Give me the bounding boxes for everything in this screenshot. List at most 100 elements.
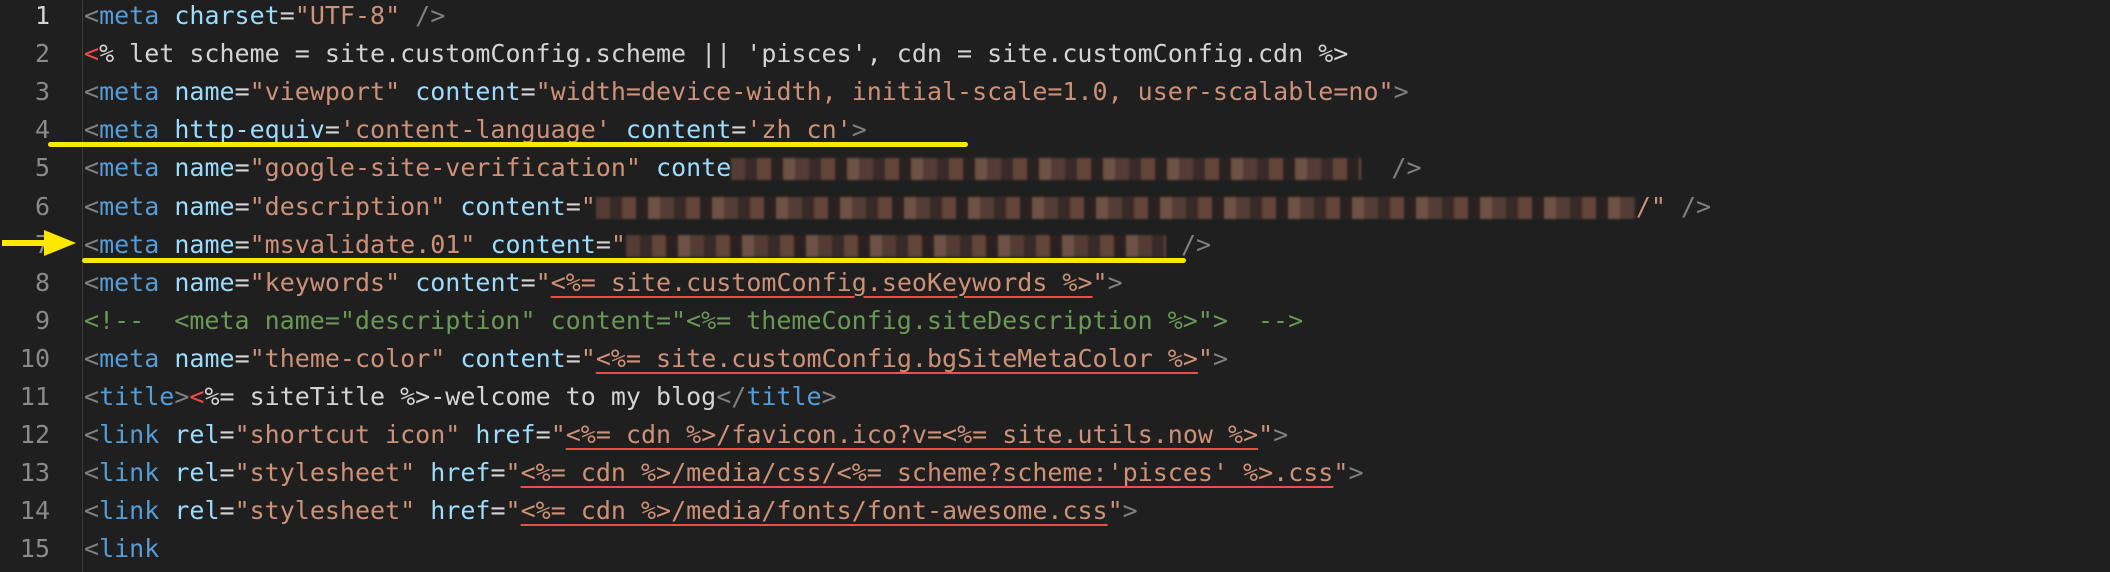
line-number: 5 bbox=[34, 153, 50, 183]
code-token: href bbox=[430, 496, 491, 526]
code-token: <%= site.customConfig.bgSiteMetaColor %> bbox=[595, 343, 1198, 373]
arrow-right-icon bbox=[2, 230, 76, 256]
code-token: content bbox=[415, 77, 521, 107]
code-token: = bbox=[219, 458, 235, 488]
code-line[interactable]: 1 <meta charset="UTF-8" /> bbox=[0, 0, 2110, 35]
code-line[interactable]: 6 <meta name="description" content="/" /> bbox=[0, 188, 2110, 226]
code-token: <!-- <meta name="description" content="<… bbox=[84, 305, 1304, 335]
code-token: "width=device-width, initial-scale=1.0, … bbox=[535, 77, 1394, 107]
code-text[interactable]: <link rel="stylesheet" href="<%= cdn %>/… bbox=[84, 492, 1138, 530]
code-text[interactable]: <link rel="stylesheet" href="<%= cdn %>/… bbox=[84, 454, 1364, 492]
code-token: link bbox=[99, 496, 160, 526]
line-number: 4 bbox=[34, 115, 50, 145]
code-token: title bbox=[99, 382, 175, 411]
code-line[interactable]: 14 <link rel="stylesheet" href="<%= cdn %… bbox=[0, 492, 2110, 530]
code-text[interactable]: <link rel="shortcut icon" href="<%= cdn … bbox=[84, 416, 1288, 454]
code-token: < bbox=[84, 1, 100, 30]
code-token: meta bbox=[99, 115, 160, 145]
code-line[interactable]: 13 <link rel="stylesheet" href="<%= cdn %… bbox=[0, 454, 2110, 492]
code-token: name bbox=[174, 191, 235, 221]
code-token: % let scheme = site.customConfig.scheme … bbox=[99, 39, 1349, 69]
code-text[interactable]: <% let scheme = site.customConfig.scheme… bbox=[84, 35, 1348, 73]
code-token: = bbox=[234, 77, 250, 107]
code-line[interactable]: 15 <link bbox=[0, 530, 2110, 568]
code-token: = bbox=[279, 1, 295, 30]
code-token: </ bbox=[716, 382, 747, 411]
code-token: " bbox=[610, 229, 626, 259]
code-text[interactable]: <link bbox=[84, 530, 159, 568]
code-token: < bbox=[84, 267, 100, 297]
code-token: "stylesheet" bbox=[234, 496, 416, 526]
code-text[interactable]: <meta name="keywords" content="<%= site.… bbox=[84, 264, 1123, 302]
code-token: meta bbox=[99, 229, 160, 259]
code-token: /" bbox=[1635, 191, 1666, 221]
code-token: content bbox=[415, 267, 521, 297]
code-token: <%= site.customConfig.seoKeywords %> bbox=[550, 267, 1093, 297]
code-token: < bbox=[84, 153, 100, 183]
code-line[interactable]: 11 <title><%= siteTitle %>-welcome to my … bbox=[0, 378, 2110, 416]
code-token: name bbox=[174, 267, 235, 297]
code-text[interactable]: <meta charset="UTF-8" /> bbox=[84, 0, 445, 35]
code-line[interactable]: 2 <% let scheme = site.customConfig.schem… bbox=[0, 35, 2110, 73]
line-number: 10 bbox=[19, 343, 50, 373]
code-token: "stylesheet" bbox=[234, 458, 416, 488]
code-line[interactable]: 3 <meta name="viewport" content="width=de… bbox=[0, 73, 2110, 111]
code-text[interactable]: <meta name="description" content="/" /> bbox=[84, 188, 1711, 226]
code-token: rel bbox=[174, 420, 220, 450]
code-token: meta bbox=[99, 77, 160, 107]
code-token: = bbox=[520, 77, 536, 107]
code-text[interactable]: <meta name="viewport" content="width=dev… bbox=[84, 73, 1409, 111]
code-token: name bbox=[174, 77, 235, 107]
code-text[interactable]: <!-- <meta name="description" content="<… bbox=[84, 302, 1303, 340]
code-text[interactable]: <title><%= siteTitle %>-welcome to my bl… bbox=[84, 378, 837, 416]
code-text[interactable]: <meta name="google-site-verification" co… bbox=[84, 149, 1422, 187]
code-token: < bbox=[84, 534, 100, 564]
code-token: "keywords" bbox=[249, 267, 401, 297]
code-token: = bbox=[234, 343, 250, 373]
line-number: 8 bbox=[34, 267, 50, 297]
code-token: = bbox=[490, 496, 506, 526]
code-token: content bbox=[490, 229, 596, 259]
line-number: 14 bbox=[19, 496, 50, 526]
code-token: " bbox=[550, 420, 566, 450]
code-token: "shortcut icon" bbox=[234, 420, 461, 450]
code-line[interactable]: 9 <!-- <meta name="description" content="… bbox=[0, 302, 2110, 340]
code-token: " bbox=[1107, 496, 1123, 526]
code-token: href bbox=[475, 420, 536, 450]
code-line[interactable]: 5 <meta name="google-site-verification" c… bbox=[0, 149, 2110, 187]
code-token: 'content-language' bbox=[339, 115, 611, 145]
code-token: = bbox=[490, 458, 506, 488]
code-line[interactable]: 10 <meta name="theme-color" content="<%= … bbox=[0, 340, 2110, 378]
code-line[interactable]: 8 <meta name="keywords" content="<%= site… bbox=[0, 264, 2110, 302]
code-token: > bbox=[1348, 458, 1364, 488]
code-token: meta bbox=[99, 343, 160, 373]
code-token: " bbox=[580, 191, 596, 221]
line-number: 3 bbox=[34, 77, 50, 107]
code-token: /> bbox=[400, 1, 446, 30]
code-token: content bbox=[625, 115, 732, 145]
code-token: charset bbox=[174, 1, 280, 30]
code-token: = bbox=[324, 115, 340, 145]
code-token: " bbox=[1197, 343, 1213, 373]
code-token: "viewport" bbox=[249, 77, 401, 107]
code-token: meta bbox=[99, 153, 160, 183]
code-token: " bbox=[1258, 420, 1274, 450]
code-line[interactable]: 12 <link rel="shortcut icon" href="<%= cd… bbox=[0, 416, 2110, 454]
code-token: < bbox=[84, 229, 100, 259]
code-token: < bbox=[84, 458, 100, 488]
code-text[interactable]: <meta name="theme-color" content="<%= si… bbox=[84, 340, 1228, 378]
code-token: /> bbox=[1165, 229, 1212, 259]
line-number: 11 bbox=[19, 382, 50, 411]
code-token: > bbox=[1122, 496, 1138, 526]
code-editor[interactable]: 1 <meta charset="UTF-8" /> 2 <% let scheme … bbox=[0, 0, 2110, 572]
